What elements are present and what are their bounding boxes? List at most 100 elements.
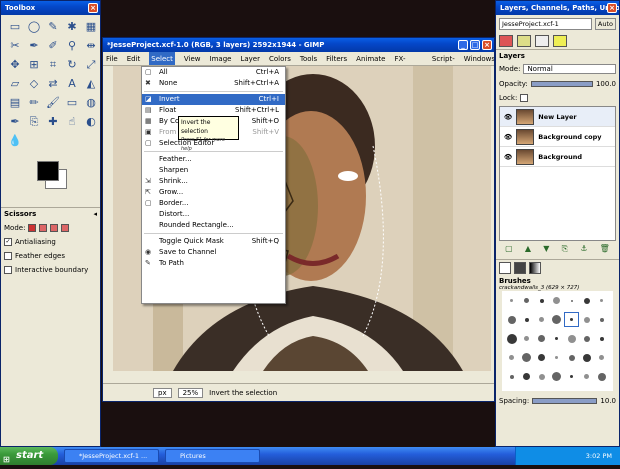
brush-swatch[interactable] bbox=[565, 351, 578, 364]
menu-item-feather[interactable]: Feather... bbox=[142, 154, 285, 165]
menu-arrow-icon[interactable]: ◂ bbox=[93, 210, 97, 218]
perspective-icon[interactable]: ◇ bbox=[26, 76, 42, 92]
brush-swatch[interactable] bbox=[595, 313, 608, 326]
brush-swatch[interactable] bbox=[520, 332, 533, 345]
eye-icon[interactable]: 👁 bbox=[504, 153, 512, 161]
brush-swatch[interactable] bbox=[550, 313, 563, 326]
brush-swatch[interactable] bbox=[535, 313, 548, 326]
opacity-value[interactable]: 100.0 bbox=[596, 80, 616, 88]
brush-swatch[interactable] bbox=[550, 332, 563, 345]
smudge-icon[interactable]: ☝ bbox=[64, 114, 80, 130]
taskbar-item-pictures[interactable]: Pictures bbox=[165, 449, 260, 463]
menu-tools[interactable]: Tools bbox=[300, 52, 317, 65]
lasso-icon[interactable]: ✎ bbox=[45, 19, 61, 35]
spacing-slider[interactable] bbox=[532, 398, 598, 404]
menu-item-distort[interactable]: Distort... bbox=[142, 209, 285, 220]
close-icon[interactable]: × bbox=[482, 40, 492, 50]
channels-tab-icon[interactable] bbox=[517, 35, 531, 47]
new-layer-icon[interactable]: ▢ bbox=[505, 244, 513, 254]
flip-icon[interactable]: ⇄ bbox=[45, 76, 61, 92]
menu-animate[interactable]: Animate bbox=[356, 52, 385, 65]
close-icon[interactable]: × bbox=[88, 3, 98, 13]
rect-select-icon[interactable]: ▭ bbox=[7, 19, 23, 35]
menu-select[interactable]: Select bbox=[149, 52, 175, 65]
brush-swatch[interactable] bbox=[535, 332, 548, 345]
pencil-icon[interactable]: ✏ bbox=[26, 95, 42, 111]
menu-item-all[interactable]: ▢ All Ctrl+A bbox=[142, 67, 285, 78]
measure-icon[interactable]: ⇹ bbox=[83, 38, 99, 54]
menu-item-invert[interactable]: ◪ Invert Ctrl+I bbox=[142, 94, 285, 105]
mode-add-icon[interactable] bbox=[39, 224, 48, 232]
unit-select[interactable]: px bbox=[153, 387, 172, 398]
brush-swatch[interactable] bbox=[535, 351, 548, 364]
brush-swatch[interactable] bbox=[505, 351, 518, 364]
airbrush-icon[interactable]: ◍ bbox=[83, 95, 99, 111]
mode-replace-icon[interactable] bbox=[28, 224, 37, 232]
menu-view[interactable]: View bbox=[184, 52, 201, 65]
taskbar-item-gimp[interactable]: *JesseProject.xcf-1 ... bbox=[64, 449, 159, 463]
zoom-select[interactable]: 25% bbox=[177, 387, 204, 398]
menu-item-border[interactable]: ▢ Border... bbox=[142, 198, 285, 209]
brush-swatch[interactable] bbox=[520, 313, 533, 326]
auto-button[interactable]: Auto bbox=[594, 18, 616, 30]
brush-swatch[interactable] bbox=[535, 370, 548, 383]
brush-swatch[interactable] bbox=[564, 312, 579, 327]
menu-script-fu[interactable]: Script-Fu bbox=[432, 52, 455, 77]
dock-titlebar[interactable]: Layers, Channels, Paths, Undo - × bbox=[496, 1, 619, 15]
menu-fx-foundry[interactable]: FX-Foundry bbox=[395, 52, 423, 77]
close-icon[interactable]: × bbox=[607, 3, 617, 13]
layer-row[interactable]: 👁 Background copy bbox=[500, 127, 615, 147]
fuzzy-select-icon[interactable]: ✱ bbox=[64, 19, 80, 35]
mode-subtract-icon[interactable] bbox=[50, 224, 59, 232]
brush-swatch[interactable] bbox=[595, 370, 608, 383]
brush-swatch[interactable] bbox=[580, 332, 593, 345]
toolbox-titlebar[interactable]: Toolbox × bbox=[1, 1, 100, 15]
undo-tab-icon[interactable] bbox=[553, 35, 567, 47]
menu-item-save-to-channel[interactable]: ◉ Save to Channel bbox=[142, 247, 285, 258]
paths-icon[interactable]: ✒ bbox=[26, 38, 42, 54]
crop-icon[interactable]: ⌗ bbox=[45, 57, 61, 73]
menu-layer[interactable]: Layer bbox=[240, 52, 260, 65]
brush-swatch[interactable] bbox=[565, 332, 578, 345]
brush-swatch[interactable] bbox=[580, 351, 593, 364]
align-icon[interactable]: ⊞ bbox=[26, 57, 42, 73]
eye-icon[interactable]: 👁 bbox=[504, 133, 512, 141]
brush-swatch[interactable] bbox=[505, 332, 518, 345]
menu-item-grow[interactable]: ⇱ Grow... bbox=[142, 187, 285, 198]
layer-row[interactable]: 👁 Background bbox=[500, 147, 615, 167]
menu-item-toggle-quick-mask[interactable]: Toggle Quick Mask Shift+Q bbox=[142, 236, 285, 247]
brush-swatch[interactable] bbox=[565, 294, 578, 307]
brush-swatch[interactable] bbox=[595, 294, 608, 307]
menu-filters[interactable]: Filters bbox=[326, 52, 347, 65]
anchor-layer-icon[interactable]: ⚓ bbox=[580, 244, 587, 254]
ellipse-select-icon[interactable]: ◯ bbox=[26, 19, 42, 35]
opacity-slider[interactable] bbox=[530, 81, 593, 87]
brush-swatch[interactable] bbox=[565, 370, 578, 383]
brush-swatch[interactable] bbox=[580, 313, 593, 326]
image-select[interactable]: JesseProject.xcf-1 bbox=[499, 18, 592, 30]
brush-swatch[interactable] bbox=[580, 294, 593, 307]
menu-item-sharpen[interactable]: Sharpen bbox=[142, 165, 285, 176]
move-icon[interactable]: ✥ bbox=[7, 57, 23, 73]
menu-edit[interactable]: Edit bbox=[127, 52, 141, 65]
brush-swatch[interactable] bbox=[550, 294, 563, 307]
brush-swatch[interactable] bbox=[550, 351, 563, 364]
delete-layer-icon[interactable]: 🗑 bbox=[600, 244, 610, 254]
color-picker-icon[interactable]: ✐ bbox=[45, 38, 61, 54]
lock-alpha-checkbox[interactable] bbox=[520, 94, 529, 102]
pattern-tab-icon[interactable] bbox=[514, 262, 526, 274]
ink-icon[interactable]: ✒ bbox=[7, 114, 23, 130]
maximize-icon[interactable]: □ bbox=[470, 40, 480, 50]
blur-icon[interactable]: 💧 bbox=[7, 133, 23, 149]
brush-swatch[interactable] bbox=[520, 370, 533, 383]
clone-icon[interactable]: ⎘ bbox=[26, 114, 42, 130]
shear-icon[interactable]: ▱ bbox=[7, 76, 23, 92]
rotate-icon[interactable]: ↻ bbox=[64, 57, 80, 73]
layer-mode-select[interactable]: Normal bbox=[523, 64, 616, 74]
brush-swatch[interactable] bbox=[595, 351, 608, 364]
menu-file[interactable]: File bbox=[106, 52, 118, 65]
brush-swatch[interactable] bbox=[550, 370, 563, 383]
clock[interactable]: 3:02 PM bbox=[586, 452, 612, 460]
foreground-color-swatch[interactable] bbox=[37, 161, 59, 181]
brush-tab-icon[interactable] bbox=[499, 262, 511, 274]
